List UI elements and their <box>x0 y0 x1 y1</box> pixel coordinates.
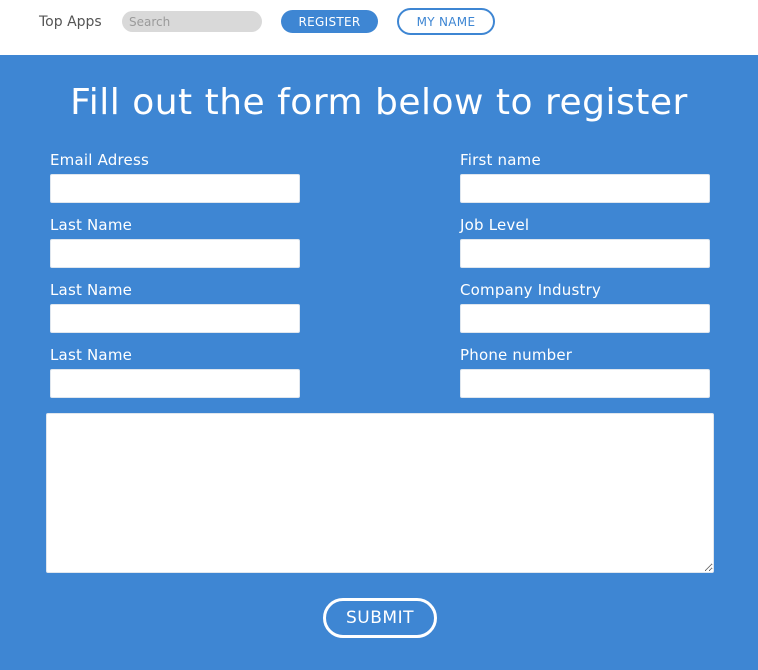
last-name-label-1: Last Name <box>50 216 133 234</box>
first-name-input[interactable] <box>460 174 710 203</box>
first-name-label: First name <box>460 151 541 169</box>
brand-name[interactable]: Top Apps <box>39 14 102 30</box>
message-textarea[interactable] <box>46 413 714 573</box>
search-input[interactable] <box>122 11 262 32</box>
email-address-label: Email Adress <box>50 151 149 169</box>
submit-button[interactable]: SUBMIT <box>323 598 437 638</box>
company-industry-label: Company Industry <box>460 281 602 299</box>
email-address-input[interactable] <box>50 174 300 203</box>
registration-section: Fill out the form below to register Emai… <box>0 55 758 670</box>
job-level-input[interactable] <box>460 239 710 268</box>
job-level-label: Job Level <box>460 216 530 234</box>
form-title: Fill out the form below to register <box>70 82 688 123</box>
last-name-input-2[interactable] <box>50 304 300 333</box>
last-name-input-1[interactable] <box>50 239 300 268</box>
register-button[interactable]: REGISTER <box>281 10 378 33</box>
last-name-input-3[interactable] <box>50 369 300 398</box>
top-navigation-bar: Top Apps REGISTER MY NAME <box>0 0 758 55</box>
phone-number-input[interactable] <box>460 369 710 398</box>
last-name-label-2: Last Name <box>50 281 133 299</box>
phone-number-label: Phone number <box>460 346 573 364</box>
company-industry-input[interactable] <box>460 304 710 333</box>
my-name-button[interactable]: MY NAME <box>397 8 495 35</box>
last-name-label-3: Last Name <box>50 346 133 364</box>
